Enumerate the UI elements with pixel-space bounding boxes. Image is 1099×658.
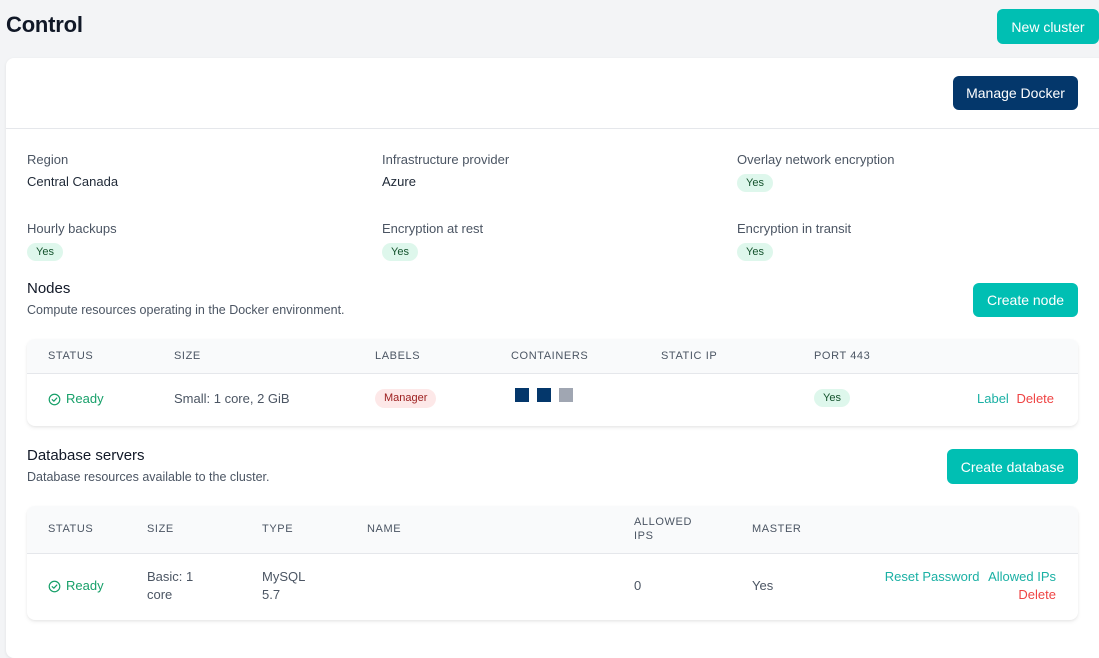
column-header: CONTAINERS <box>511 350 589 362</box>
container-active-indicator[interactable] <box>537 388 551 402</box>
info-value: Central Canada <box>27 174 119 189</box>
page-header: Control New cluster <box>0 0 1099 58</box>
db-type-line: MySQL <box>262 569 306 584</box>
label-link[interactable]: Label <box>977 391 1009 406</box>
databases-description: Database resources available to the clus… <box>27 470 270 484</box>
manage-docker-button[interactable]: Manage Docker <box>953 76 1078 110</box>
column-header: LABELS <box>375 350 421 362</box>
cluster-card: Manage Docker Region Central Canada Infr… <box>6 58 1099 658</box>
delete-database-link[interactable]: Delete <box>1018 587 1056 602</box>
column-header: NAME <box>367 523 402 535</box>
info-label: Encryption at rest <box>382 221 484 236</box>
label-badge: Manager <box>375 389 437 408</box>
reset-password-link[interactable]: Reset Password <box>885 569 980 584</box>
port-443-cell: Yes <box>814 388 850 407</box>
nodes-description: Compute resources operating in the Docke… <box>27 303 345 317</box>
table-row: Ready Basic: 1 core MySQL 5.7 0 Yes Rese… <box>27 554 1078 620</box>
info-label: Infrastructure provider <box>382 152 510 167</box>
column-header: SIZE <box>174 350 201 362</box>
allowed-ips-link[interactable]: Allowed IPs <box>988 569 1056 584</box>
status-badge: Yes <box>814 389 850 407</box>
db-size-line: Basic: 1 <box>147 569 194 584</box>
status-badge: Yes <box>737 174 773 192</box>
status-ready: Ready <box>48 577 104 595</box>
db-type: MySQL 5.7 <box>262 568 305 604</box>
db-type-line: 5.7 <box>262 587 281 602</box>
page-title: Control <box>6 12 83 37</box>
info-label: Region <box>27 152 69 167</box>
column-header: STATUS <box>48 523 94 535</box>
databases-table-header: STATUS SIZE TYPE NAME ALLOWED IPS MASTER <box>27 506 1078 554</box>
db-actions: Reset Password Allowed IPs Delete <box>885 568 1056 604</box>
new-cluster-button[interactable]: New cluster <box>997 9 1099 44</box>
status-badge: Yes <box>737 243 773 261</box>
nodes-title: Nodes <box>27 280 71 297</box>
databases-title: Database servers <box>27 447 145 464</box>
nodes-table: STATUS SIZE LABELS CONTAINERS STATIC IP … <box>27 339 1078 426</box>
db-size-line: core <box>147 587 173 602</box>
node-actions: Label Delete <box>977 390 1054 408</box>
info-encryption-in-transit: Encryption in transit Yes <box>737 221 851 261</box>
info-encryption-at-rest: Encryption at rest Yes <box>382 221 483 261</box>
column-header: ALLOWED IPS <box>634 516 692 542</box>
info-region: Region Central Canada <box>27 152 118 190</box>
containers-cell <box>515 388 573 402</box>
info-label: Encryption in transit <box>737 221 852 236</box>
db-allowed-ips-count: 0 <box>634 578 642 593</box>
delete-node-link[interactable]: Delete <box>1016 391 1054 406</box>
card-toolbar: Manage Docker <box>6 58 1099 129</box>
column-header: PORT 443 <box>814 350 871 362</box>
status-badge: Yes <box>382 243 418 261</box>
check-circle-icon <box>48 580 61 592</box>
databases-table: STATUS SIZE TYPE NAME ALLOWED IPS MASTER… <box>27 506 1078 620</box>
check-circle-icon <box>48 393 61 405</box>
info-hourly-backups: Hourly backups Yes <box>27 221 117 261</box>
status-text: Ready <box>66 578 104 593</box>
info-label: Hourly backups <box>27 221 117 236</box>
db-master: Yes <box>752 578 774 593</box>
column-header: SIZE <box>147 523 174 535</box>
info-overlay-encryption: Overlay network encryption Yes <box>737 152 895 192</box>
status-badge: Yes <box>27 243 63 261</box>
status-ready: Ready <box>48 390 104 408</box>
column-header: MASTER <box>752 523 802 535</box>
column-header: STATUS <box>48 350 94 362</box>
node-size: Small: 1 core, 2 GiB <box>174 391 290 406</box>
container-active-indicator[interactable] <box>515 388 529 402</box>
table-row: Ready Small: 1 core, 2 GiB Manager Yes L… <box>27 374 1078 426</box>
create-node-button[interactable]: Create node <box>973 283 1078 317</box>
container-idle-indicator[interactable] <box>559 388 573 402</box>
info-label: Overlay network encryption <box>737 152 895 167</box>
db-size: Basic: 1 core <box>147 568 193 604</box>
labels-cell: Manager <box>375 388 437 408</box>
info-provider: Infrastructure provider Azure <box>382 152 509 190</box>
column-header: STATIC IP <box>661 350 718 362</box>
column-header: TYPE <box>262 523 294 535</box>
info-value: Azure <box>382 174 416 189</box>
status-text: Ready <box>66 391 104 406</box>
create-database-button[interactable]: Create database <box>947 449 1078 484</box>
nodes-table-header: STATUS SIZE LABELS CONTAINERS STATIC IP … <box>27 339 1078 374</box>
